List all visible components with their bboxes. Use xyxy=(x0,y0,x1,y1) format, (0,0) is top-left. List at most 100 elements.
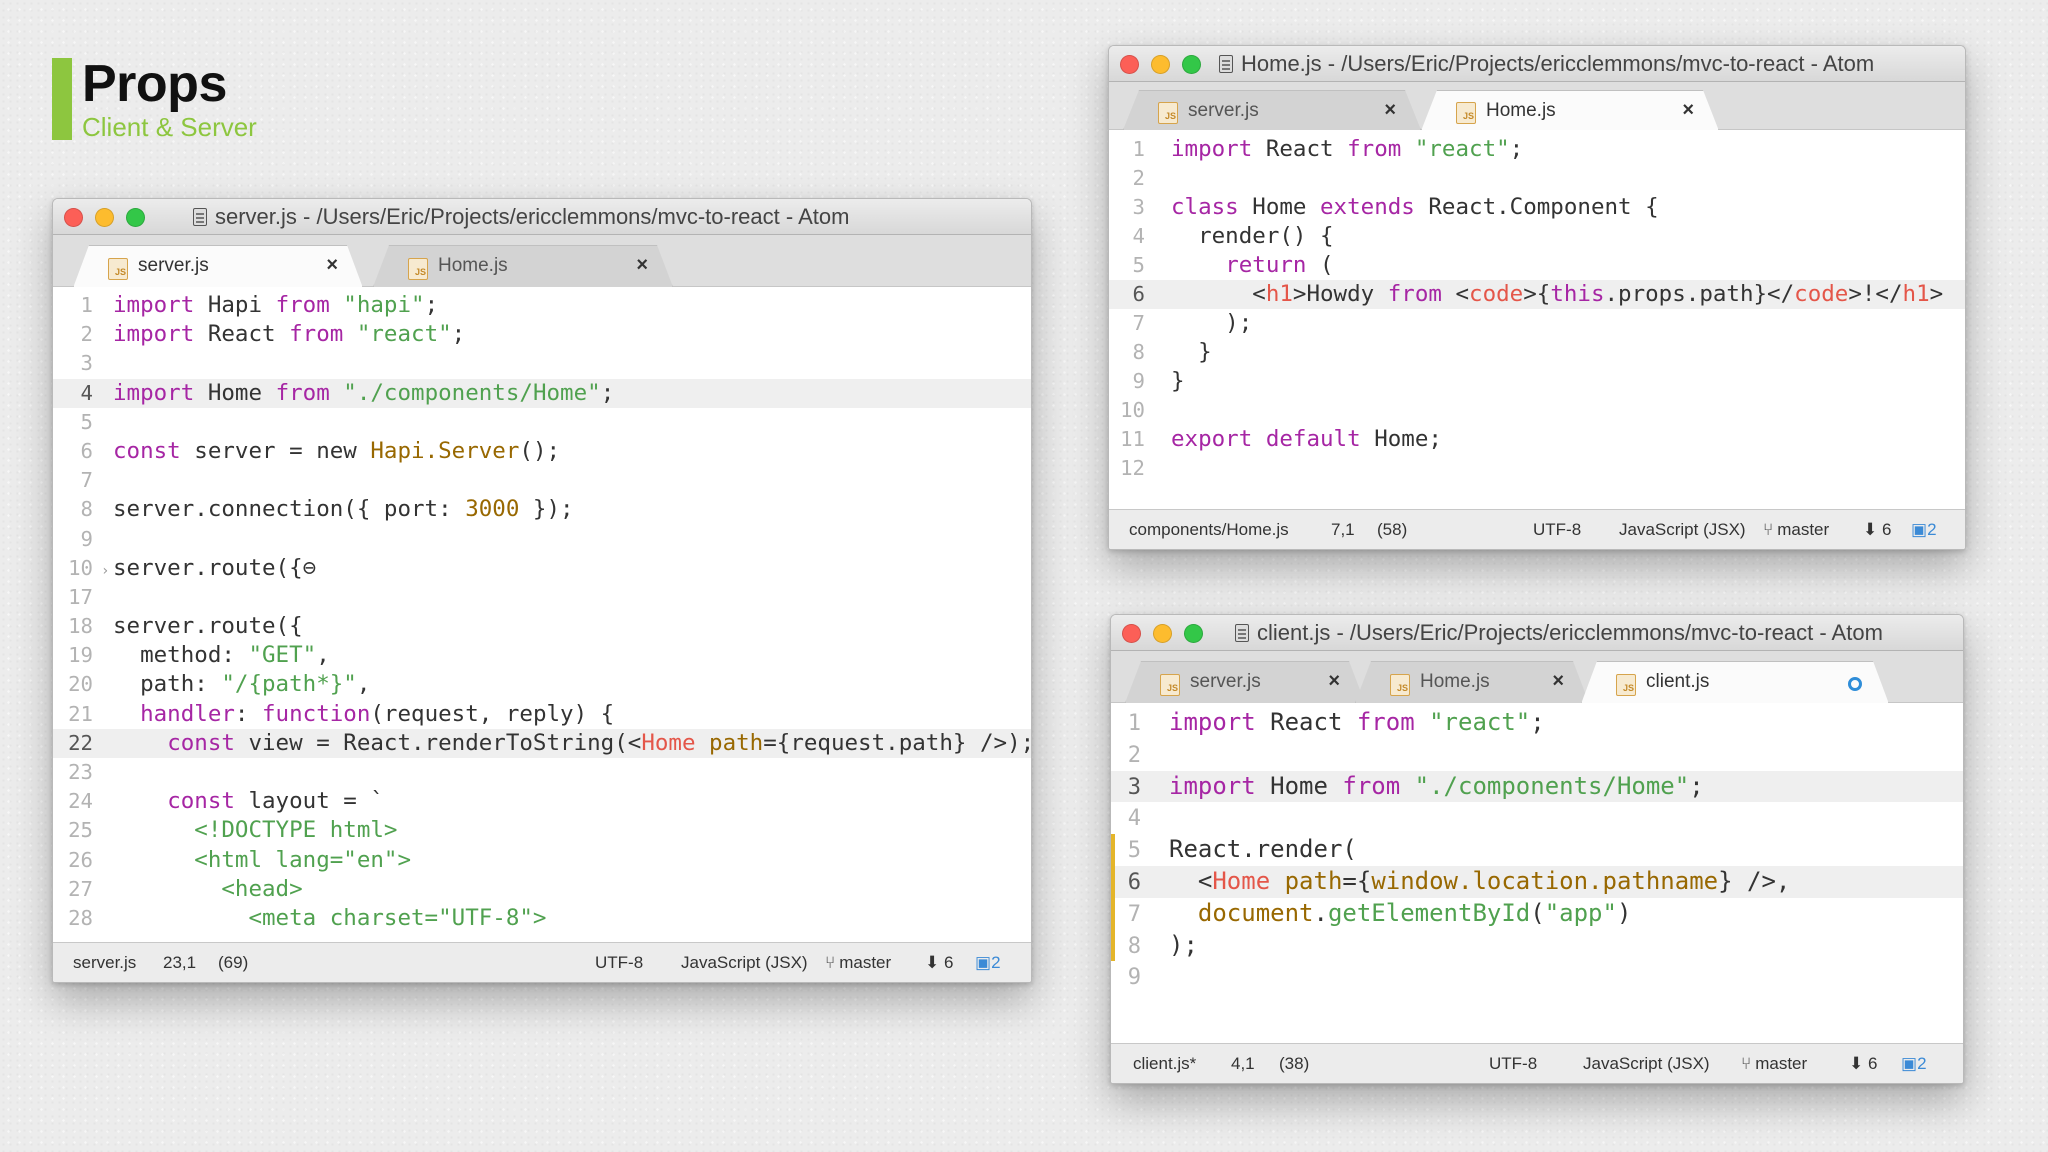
code-line[interactable]: 19 method: "GET", xyxy=(53,641,1031,670)
code-line[interactable]: 22 const view = React.renderToString(<Ho… xyxy=(53,728,1031,758)
code-line[interactable]: 2 import React from "react"; xyxy=(53,320,1031,349)
line-number[interactable]: 3 xyxy=(53,349,93,378)
status-grammar[interactable]: JavaScript (JSX) xyxy=(1583,1054,1710,1074)
code-line[interactable]: 4 render() { xyxy=(1109,222,1965,251)
code-line[interactable]: 8 } xyxy=(1109,338,1965,367)
close-tab-icon[interactable]: × xyxy=(1384,99,1396,122)
code-line[interactable]: 1 import React from "react"; xyxy=(1109,135,1965,164)
close-window-button[interactable] xyxy=(1120,55,1139,74)
close-window-button[interactable] xyxy=(64,208,83,227)
tab-client-js[interactable]: JS client.js xyxy=(1581,661,1889,704)
code-line[interactable]: 6 const server = new Hapi.Server(); xyxy=(53,437,1031,466)
tab-home-js[interactable]: JS Home.js × xyxy=(373,245,673,287)
close-tab-icon[interactable]: × xyxy=(636,254,648,277)
code-line[interactable]: 6 <h1>Howdy from <code>{this.props.path}… xyxy=(1109,280,1965,309)
line-number[interactable]: 4 xyxy=(53,379,93,408)
status-cursor-position[interactable]: 23,1 xyxy=(163,953,196,973)
code-line[interactable]: 27 <head> xyxy=(53,875,1031,904)
code-line[interactable]: 9 xyxy=(53,525,1031,554)
code-line[interactable]: 8 server.connection({ port: 3000 }); xyxy=(53,495,1031,524)
line-number[interactable]: 17 xyxy=(53,583,93,612)
code-line[interactable]: 23 xyxy=(53,758,1031,787)
line-number[interactable]: 7 xyxy=(1109,309,1145,338)
status-changes[interactable]: ▣2 xyxy=(975,953,1001,973)
close-window-button[interactable] xyxy=(1122,624,1141,643)
tab-server-js[interactable]: JS server.js × xyxy=(1123,90,1421,130)
status-encoding[interactable]: UTF-8 xyxy=(595,953,643,973)
line-number[interactable]: 9 xyxy=(1109,367,1145,396)
close-tab-icon[interactable]: × xyxy=(1552,670,1564,693)
code-line[interactable]: 2 xyxy=(1111,739,1963,771)
code-line[interactable]: 2 xyxy=(1109,164,1965,193)
code-line[interactable]: 7 document.getElementById("app") xyxy=(1111,897,1963,930)
line-number[interactable]: 9 xyxy=(53,525,93,554)
line-number[interactable]: 9 xyxy=(1111,962,1141,994)
status-grammar[interactable]: JavaScript (JSX) xyxy=(1619,520,1746,540)
window-titlebar[interactable]: client.js - /Users/Eric/Projects/ericcle… xyxy=(1111,615,1963,651)
code-editor[interactable]: 1 import React from "react"; 2 3 class Home … xyxy=(1109,130,1965,510)
line-number[interactable]: 5 xyxy=(1109,251,1145,280)
line-number[interactable]: 8 xyxy=(1111,931,1141,963)
status-encoding[interactable]: UTF-8 xyxy=(1489,1054,1537,1074)
line-number[interactable]: 6 xyxy=(1111,867,1141,899)
line-number[interactable]: 10 xyxy=(1109,396,1145,425)
code-line[interactable]: 4 import Home from "./components/Home"; xyxy=(53,378,1031,408)
status-grammar[interactable]: JavaScript (JSX) xyxy=(681,953,808,973)
code-line[interactable]: 10 xyxy=(1109,396,1965,425)
status-cursor-position[interactable]: 7,1 xyxy=(1331,520,1355,540)
line-number[interactable]: 26 xyxy=(53,846,93,875)
minimize-window-button[interactable] xyxy=(1151,55,1170,74)
minimize-window-button[interactable] xyxy=(1153,624,1172,643)
unsaved-indicator-icon[interactable] xyxy=(1848,677,1862,691)
code-line[interactable]: 6 <Home path={window.location.pathname} … xyxy=(1111,865,1963,899)
code-line[interactable]: 7 xyxy=(53,466,1031,495)
code-line[interactable]: 17 xyxy=(53,583,1031,612)
status-file-path[interactable]: components/Home.js xyxy=(1129,520,1289,540)
line-number[interactable]: 22 xyxy=(53,729,93,758)
status-file-path[interactable]: client.js* xyxy=(1133,1054,1196,1074)
zoom-window-button[interactable] xyxy=(126,208,145,227)
line-number[interactable]: 20 xyxy=(53,670,93,699)
line-number[interactable]: 28 xyxy=(53,904,93,933)
code-line[interactable]: 9} xyxy=(1109,367,1965,396)
line-number[interactable]: 8 xyxy=(53,495,93,524)
line-number[interactable]: 8 xyxy=(1109,338,1145,367)
code-line[interactable]: 18 server.route({ xyxy=(53,612,1031,641)
code-line[interactable]: 25 <!DOCTYPE html> xyxy=(53,816,1031,845)
status-changes[interactable]: ▣2 xyxy=(1911,520,1937,540)
line-number[interactable]: 7 xyxy=(53,466,93,495)
code-line[interactable]: 9 xyxy=(1111,961,1963,993)
line-number[interactable]: 1 xyxy=(1109,135,1145,164)
status-branch[interactable]: ⑂ master xyxy=(825,953,891,973)
line-number[interactable]: 6 xyxy=(53,437,93,466)
line-number[interactable]: 25 xyxy=(53,816,93,845)
line-number[interactable]: 4 xyxy=(1111,803,1141,835)
code-line[interactable]: 12 xyxy=(1109,454,1965,483)
code-line[interactable]: 5 xyxy=(53,408,1031,437)
close-tab-icon[interactable]: × xyxy=(326,254,338,277)
code-editor[interactable]: 1 import Hapi from "hapi"; 2 import React f… xyxy=(53,287,1031,941)
zoom-window-button[interactable] xyxy=(1182,55,1201,74)
line-number[interactable]: 19 xyxy=(53,641,93,670)
code-line[interactable]: 1 import Hapi from "hapi"; xyxy=(53,291,1031,320)
code-line[interactable]: 20 path: "/{path*}", xyxy=(53,670,1031,699)
line-number[interactable]: 2 xyxy=(1109,164,1145,193)
line-number[interactable]: 5 xyxy=(1111,835,1141,867)
close-tab-icon[interactable]: × xyxy=(1682,99,1694,122)
code-line[interactable]: 3 import Home from "./components/Home"; xyxy=(1111,770,1963,803)
code-line[interactable]: 21 handler: function(request, reply) { xyxy=(53,700,1031,729)
status-file-path[interactable]: server.js xyxy=(73,953,136,973)
fold-arrow-icon[interactable]: › xyxy=(101,557,113,586)
code-line[interactable]: 28 <meta charset="UTF-8"> xyxy=(53,904,1031,933)
close-tab-icon[interactable]: × xyxy=(1328,670,1340,693)
line-number[interactable]: 12 xyxy=(1109,454,1145,483)
code-line[interactable]: 1 import React from "react"; xyxy=(1111,707,1963,739)
tab-home-js[interactable]: JS Home.js × xyxy=(1355,661,1589,703)
line-number[interactable]: 23 xyxy=(53,758,93,787)
line-number[interactable]: 5 xyxy=(53,408,93,437)
status-branch[interactable]: ⑂ master xyxy=(1741,1054,1807,1074)
code-line[interactable]: 5 React.render( xyxy=(1111,834,1963,866)
status-changes[interactable]: ▣2 xyxy=(1901,1054,1927,1074)
line-number[interactable]: 3 xyxy=(1109,193,1145,222)
zoom-window-button[interactable] xyxy=(1184,624,1203,643)
